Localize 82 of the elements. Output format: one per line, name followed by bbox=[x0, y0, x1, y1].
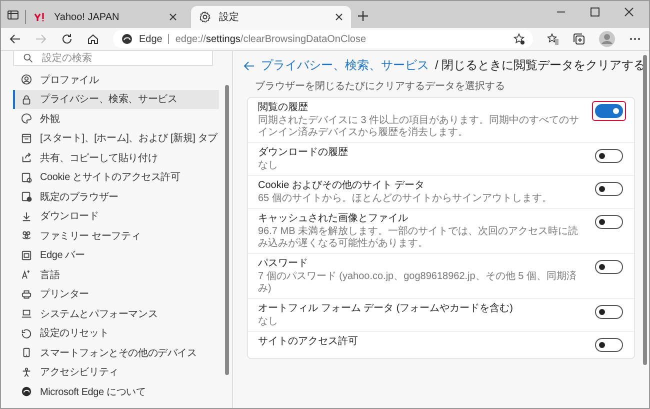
setting-description: 7 個のパスワード (yahoo.co.jp、gog89618962.jp、その他 5 個、同期済み) bbox=[258, 271, 578, 295]
edge-logo-icon bbox=[21, 386, 32, 398]
accessibility-icon bbox=[21, 366, 32, 378]
browser-check-icon bbox=[21, 191, 32, 202]
search-field[interactable]: 設定の検索 bbox=[13, 51, 213, 66]
setting-title: Cookie およびその他のサイト データ bbox=[258, 179, 426, 193]
sidebar-item[interactable]: Cookie とサイトのアクセス許可 bbox=[13, 168, 219, 187]
new-tab-icon[interactable] bbox=[357, 10, 369, 22]
lock-icon bbox=[21, 94, 32, 105]
sidebar-item[interactable]: プロファイル bbox=[13, 70, 219, 90]
sidebar-item[interactable]: アクセシビリティ bbox=[13, 362, 219, 382]
setting-description: 同期されたデバイスに 3 件以上の項目があります。同期中のすべてのサインイン済みデバイスから履歴を消去します。 bbox=[258, 115, 580, 139]
sidebar-item[interactable]: 共有、コピーして貼り付け bbox=[13, 148, 219, 168]
download-icon bbox=[21, 210, 32, 222]
scrollbar[interactable] bbox=[643, 55, 647, 365]
url-text: edge://settings/clearBrowsingDataOnClose bbox=[175, 34, 366, 44]
sidebar-bar-icon bbox=[21, 250, 32, 261]
browser-tab[interactable]: Yahoo! JAPAN bbox=[25, 10, 185, 24]
sidebar-item[interactable]: Edge バー bbox=[13, 246, 219, 265]
window-icon bbox=[21, 132, 32, 144]
breadcrumb-link[interactable]: プライバシー、検索、サービス bbox=[261, 57, 429, 74]
setting-title: パスワード bbox=[258, 257, 309, 271]
reset-icon bbox=[21, 328, 32, 339]
sidebar-item[interactable]: システムとパフォーマンス bbox=[13, 304, 219, 324]
profile-icon bbox=[21, 74, 32, 86]
toggle-switch[interactable] bbox=[595, 260, 623, 274]
setting-description: 96.7 MB 未満を解放します。一部のサイトでは、次回のアクセス時に読み込みが遅くなる可能性があります。 bbox=[258, 226, 580, 250]
back-icon[interactable] bbox=[9, 33, 21, 45]
setting-title: サイトのアクセス許可 bbox=[258, 335, 359, 349]
search-icon bbox=[23, 53, 33, 63]
toggle-switch[interactable] bbox=[595, 149, 623, 163]
setting-title: オートフィル フォーム データ (フォームやカードを含む) bbox=[258, 302, 514, 316]
home-icon[interactable] bbox=[87, 33, 99, 45]
sidebar-item[interactable]: 既定のブラウザー bbox=[13, 187, 219, 206]
maximize-icon[interactable] bbox=[589, 6, 601, 18]
close-icon[interactable] bbox=[623, 6, 635, 18]
palette-icon bbox=[21, 113, 32, 124]
add-favorite-icon[interactable] bbox=[513, 33, 525, 45]
toggle-switch[interactable] bbox=[595, 215, 623, 229]
sidebar-item[interactable]: 設定のリセット bbox=[13, 324, 219, 343]
phone-icon bbox=[21, 347, 32, 358]
setting-description: なし bbox=[258, 316, 279, 328]
tab-title: Yahoo! JAPAN bbox=[54, 12, 120, 22]
toggle-switch[interactable] bbox=[595, 305, 623, 319]
laptop-icon bbox=[21, 308, 32, 320]
favorites-icon[interactable] bbox=[547, 33, 559, 45]
setting-title: ダウンロードの履歴 bbox=[258, 146, 349, 160]
yahoo-logo-icon bbox=[34, 11, 46, 23]
site-label: Edge bbox=[139, 34, 162, 44]
browser-tab[interactable]: 設定 bbox=[191, 6, 351, 28]
setting-description: なし bbox=[258, 160, 279, 172]
section-subtitle: ブラウザーを閉じるたびにクリアするデータを選択する bbox=[255, 80, 506, 93]
setting-title: キャッシュされた画像とファイル bbox=[258, 212, 409, 226]
collections-icon[interactable] bbox=[573, 33, 585, 45]
sidebar-item[interactable]: スマートフォンとその他のデバイス bbox=[13, 343, 219, 362]
tab-title: 設定 bbox=[219, 10, 240, 24]
toggle-switch[interactable] bbox=[595, 182, 623, 196]
sidebar-item[interactable]: プリンター bbox=[13, 284, 219, 304]
address-bar[interactable]: Edge edge://settings/clearBrowsingDataOnClose bbox=[113, 30, 533, 48]
printer-icon bbox=[21, 288, 32, 300]
sidebar-item[interactable]: ダウンロード bbox=[13, 206, 219, 226]
sidebar-item[interactable]: ファミリー セーフティ bbox=[13, 226, 219, 246]
tab-actions-icon[interactable] bbox=[7, 9, 19, 21]
scrollbar[interactable] bbox=[225, 85, 229, 375]
setting-title: 閲覧の履歴 bbox=[258, 101, 309, 114]
family-icon bbox=[21, 230, 32, 242]
close-icon[interactable] bbox=[335, 13, 343, 21]
sidebar-item[interactable]: Microsoft Edge について bbox=[13, 382, 219, 402]
settings-icon bbox=[199, 11, 211, 23]
setting-description: 65 個のサイトから。ほとんどのサイトからサインアウトします。 bbox=[258, 193, 553, 205]
sidebar-item[interactable]: 外観 bbox=[13, 109, 219, 128]
sidebar-item[interactable]: 言語 bbox=[13, 265, 219, 284]
sidebar-item[interactable]: プライバシー、検索、サービス bbox=[13, 90, 219, 109]
edge-logo-icon bbox=[121, 33, 133, 45]
share-icon bbox=[21, 152, 32, 164]
refresh-icon[interactable] bbox=[61, 33, 73, 45]
language-icon bbox=[21, 269, 32, 280]
sidebar-item[interactable]: [スタート]、[ホーム]、および [新規] タブ bbox=[13, 128, 219, 148]
toggle-switch[interactable] bbox=[595, 338, 623, 352]
close-icon[interactable] bbox=[169, 13, 177, 21]
avatar-icon[interactable] bbox=[599, 31, 615, 47]
cookie-icon bbox=[21, 172, 32, 183]
